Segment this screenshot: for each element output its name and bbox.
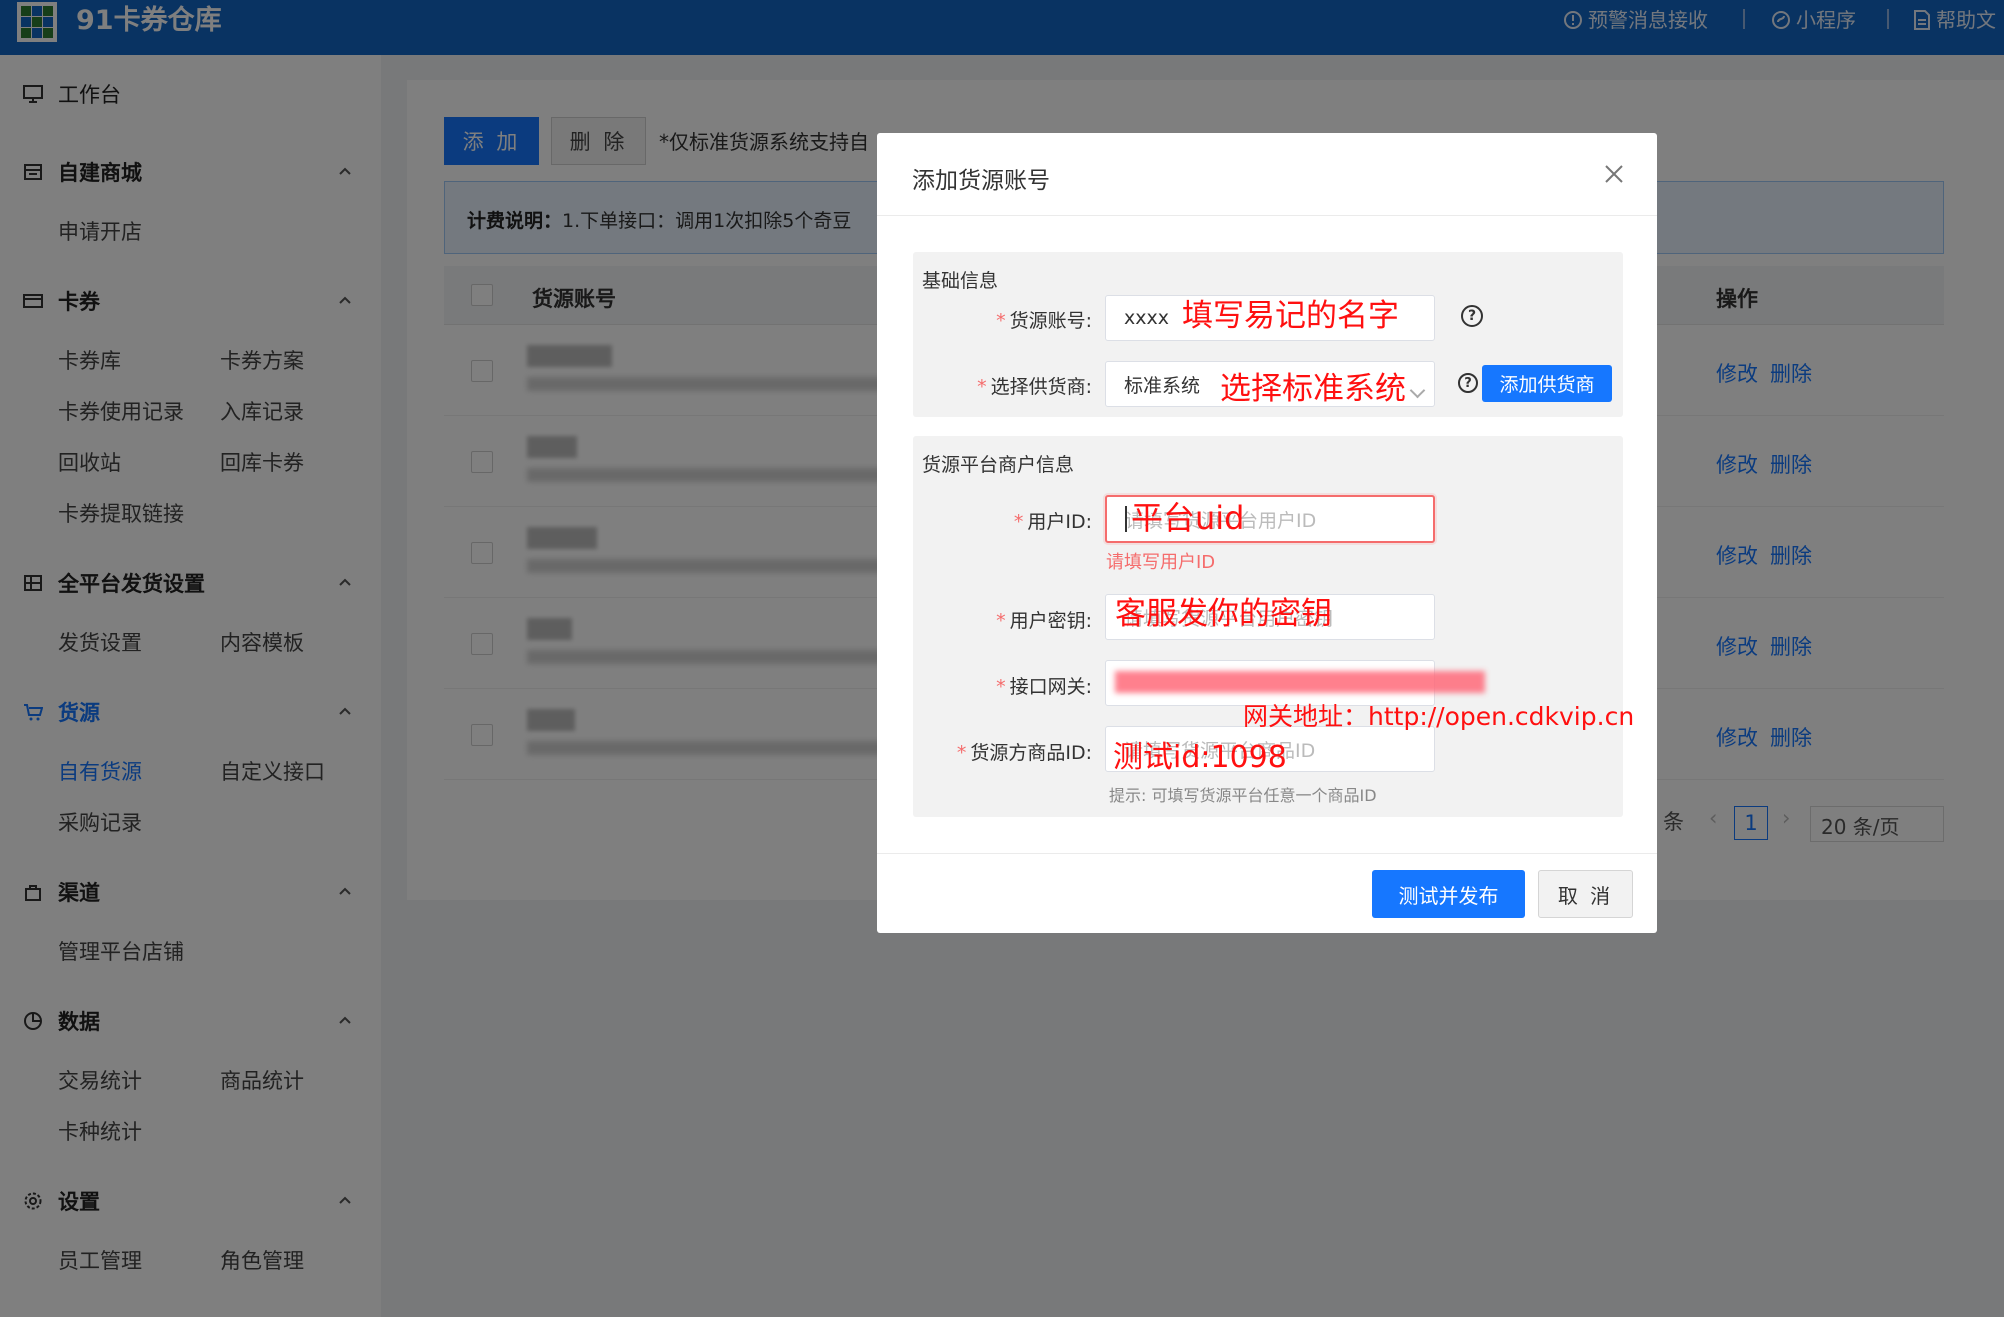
product-id-hint: 提示: 可填写货源平台任意一个商品ID [1109, 786, 1377, 805]
account-label: * 货源账号: [996, 310, 1092, 332]
user-id-label: * 用户ID: [1013, 511, 1092, 533]
annotation-user-id: 平台uid [1131, 499, 1245, 537]
annotation-gateway: 网关地址：http://open.cdkvip.cn [1243, 702, 1635, 731]
product-id-label-text: 货源方商品ID: [970, 742, 1092, 764]
gateway-label-text: 接口网关: [1009, 676, 1092, 698]
dialog-divider [877, 853, 1657, 854]
annotation-supplier: 选择标准系统 [1220, 371, 1406, 407]
annotation-user-key: 客服发你的密钥 [1115, 596, 1332, 632]
redacted-gateway [1115, 671, 1485, 693]
annotation-account: 填写易记的名字 [1182, 298, 1399, 334]
supplier-label-text: 选择供货商: [990, 376, 1092, 398]
add-source-dialog: 添加货源账号 基础信息 * 货源账号: xxxx ? * 选择供货商: 标准系统 ?… [877, 133, 1657, 933]
dialog-title: 添加货源账号 [912, 168, 1050, 194]
supplier-value: 标准系统 [1124, 374, 1201, 397]
group-title: 货源平台商户信息 [922, 454, 1075, 476]
user-id-error: 请填写用户ID [1106, 552, 1216, 573]
cancel-button[interactable]: 取 消 [1538, 870, 1633, 918]
user-key-label-text: 用户密钥: [1009, 610, 1092, 632]
dialog-divider [877, 215, 1657, 216]
close-icon[interactable] [1601, 161, 1627, 187]
product-id-label: * 货源方商品ID: [956, 742, 1092, 764]
user-key-label: * 用户密钥: [996, 610, 1092, 632]
account-label-text: 货源账号: [1009, 310, 1092, 332]
account-value: xxxx [1124, 307, 1169, 329]
supplier-label: * 选择供货商: [977, 376, 1092, 398]
help-icon[interactable]: ? [1458, 373, 1478, 393]
text-cursor [1125, 506, 1127, 532]
add-supplier-button[interactable]: 添加供货商 [1482, 365, 1612, 402]
help-icon[interactable]: ? [1461, 305, 1483, 327]
test-publish-button[interactable]: 测试并发布 [1372, 870, 1525, 918]
annotation-product-id: 测试id:1098 [1113, 740, 1287, 775]
gateway-label: * 接口网关: [996, 676, 1092, 698]
group-title: 基础信息 [922, 270, 999, 292]
user-id-label-text: 用户ID: [1027, 511, 1092, 533]
